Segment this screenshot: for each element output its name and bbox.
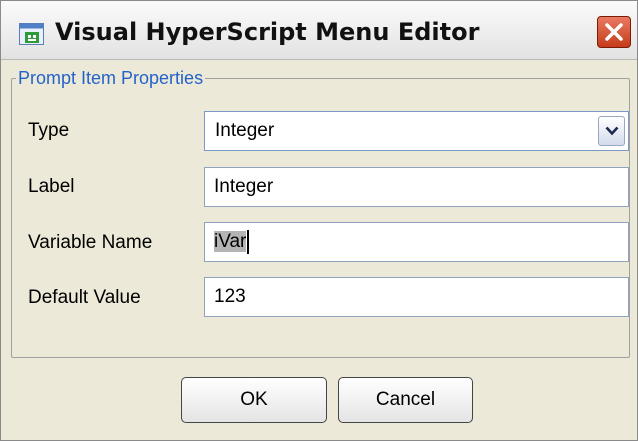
ok-button[interactable]: OK — [181, 377, 327, 423]
label-input[interactable]: Integer — [204, 167, 629, 207]
chevron-down-icon — [605, 126, 619, 136]
default-value-value: 123 — [214, 286, 246, 307]
app-icon — [19, 23, 44, 45]
label-label: Label — [28, 176, 75, 197]
title-bar[interactable]: Visual HyperScript Menu Editor — [1, 1, 637, 60]
type-label: Type — [28, 120, 70, 141]
type-select-value: Integer — [215, 120, 275, 141]
variable-name-input[interactable]: iVar — [204, 222, 629, 262]
window-title: Visual HyperScript Menu Editor — [55, 18, 480, 46]
cancel-button[interactable]: Cancel — [338, 377, 473, 423]
type-dropdown-button[interactable] — [598, 116, 625, 146]
label-input-value: Integer — [214, 176, 274, 197]
variable-name-value: iVar — [214, 231, 247, 252]
default-value-input[interactable]: 123 — [204, 277, 629, 317]
group-legend: Prompt Item Properties — [18, 68, 204, 88]
type-select[interactable]: Integer — [204, 111, 629, 151]
close-icon — [605, 23, 623, 41]
variable-name-label: Variable Name — [28, 232, 153, 253]
close-button[interactable] — [597, 16, 631, 48]
default-value-label: Default Value — [28, 287, 141, 308]
dialog-window: Visual HyperScript Menu Editor Prompt It… — [0, 0, 638, 441]
text-caret — [247, 229, 250, 254]
